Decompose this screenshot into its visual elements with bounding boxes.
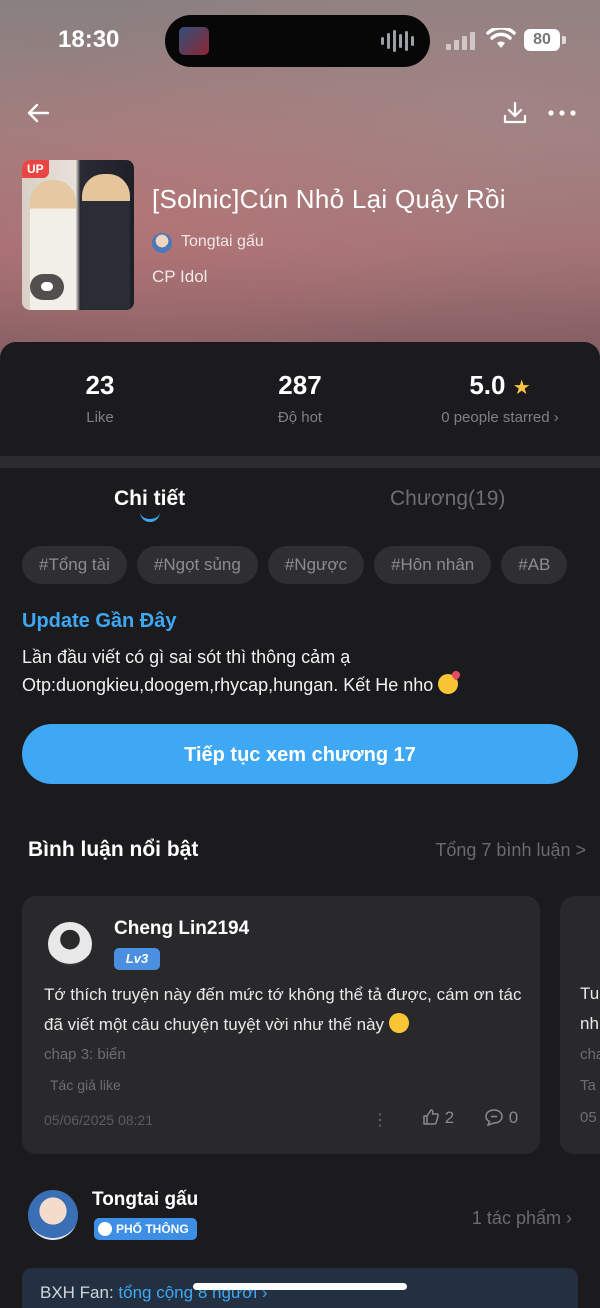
author-liked-label: Tác giả like [50, 1077, 121, 1093]
peek-text-4: Ta [580, 1077, 596, 1094]
rating-label[interactable]: 0 people starred › [400, 409, 600, 426]
author-name[interactable]: Tongtai gấu [181, 233, 264, 251]
comment-reply-button[interactable]: 0 [484, 1108, 518, 1128]
cover-figure-right [82, 174, 130, 310]
battery-cap [562, 36, 566, 44]
rating-value: 5.0 [469, 370, 506, 400]
update-line-1: Lần đầu viết có gì sai sót thì thông cảm… [22, 647, 351, 667]
comments-total-link[interactable]: Tổng 7 bình luận > [435, 840, 586, 861]
tag-chip[interactable]: #Ngọt sủng [136, 546, 258, 584]
level-badge: Lv3 [114, 948, 160, 970]
likes-label: Like [86, 409, 114, 426]
hot-count: 287 [278, 370, 322, 400]
hot-label: Độ hot [277, 409, 323, 426]
comment-body: Tớ thích truyện này đến mức tớ không thể… [44, 985, 522, 1034]
peek-text-2: nh [580, 1014, 599, 1033]
book-title: [Solnic]Cún Nhỏ Lại Quậy Rồi [152, 184, 506, 214]
comment-card[interactable]: Cheng Lin2194 Lv3 Tớ thích truyện này đế… [22, 896, 540, 1154]
tab-chapters[interactable]: Chương(19) [390, 487, 505, 511]
author-rank-badge: PHỔ THÔNG [94, 1218, 197, 1240]
kiss-emoji-icon [438, 674, 459, 694]
stat-likes: 23 Like [0, 370, 200, 426]
comment-like-count: 2 [444, 1108, 455, 1127]
dynamic-island[interactable] [165, 15, 430, 67]
comment-more-icon[interactable]: ⋮ [372, 1110, 388, 1130]
tab-detail[interactable]: Chi tiết [114, 487, 185, 511]
more-options-icon[interactable] [546, 98, 578, 128]
author-rank-label: PHỔ THÔNG [116, 1222, 189, 1236]
tab-active-indicator [140, 512, 160, 522]
tag-chip[interactable]: #Hôn nhân [374, 546, 492, 584]
update-badge: UP [22, 160, 49, 178]
status-time: 18:30 [58, 26, 120, 53]
comment-like-button[interactable]: 2 [422, 1108, 454, 1128]
tag-chip[interactable]: #Tổng tài [22, 546, 127, 584]
star-struck-emoji-icon [388, 1013, 409, 1033]
comment-card-next[interactable]: Tu nh cha Ta 05 [560, 896, 600, 1154]
download-icon[interactable] [500, 98, 530, 128]
commenter-avatar[interactable] [48, 922, 92, 966]
author-avatar-small[interactable] [152, 233, 172, 253]
section-divider [0, 456, 600, 468]
comment-chapter: chap 3: biển [44, 1046, 126, 1063]
thumbs-up-icon [423, 1109, 439, 1125]
chat-bubble-icon [30, 274, 64, 300]
continue-reading-button[interactable]: Tiếp tục xem chương 17 [22, 724, 578, 784]
chevron-right-icon: › [566, 1208, 572, 1228]
tag-list: #Tổng tài #Ngọt sủng #Ngược #Hôn nhân #AB [22, 546, 578, 586]
comments-heading: Bình luận nổi bật [28, 838, 199, 861]
stat-hot: 287 Độ hot [200, 370, 400, 426]
signal-icon [446, 30, 475, 50]
comment-reply-count: 0 [508, 1108, 519, 1127]
reply-bubble-icon [485, 1109, 503, 1127]
author-works-count: 1 tác phẩm [471, 1208, 561, 1228]
star-icon: ★ [512, 377, 531, 399]
rank-drop-icon [98, 1222, 112, 1236]
update-heading: Update Gần Đây [22, 610, 177, 632]
stats-panel: 23 Like 287 Độ hot 5.0 ★ 0 people starre… [0, 342, 600, 456]
peek-text-3: cha [580, 1046, 600, 1063]
tag-chip[interactable]: #AB [501, 546, 568, 584]
peek-text-1: Tu [580, 984, 600, 1003]
update-line-2: Otp:duongkieu,doogem,rhycap,hungan. Kết … [22, 675, 434, 695]
back-arrow-icon[interactable] [24, 98, 54, 128]
stat-rating[interactable]: 5.0 ★ 0 people starred › [400, 370, 600, 426]
author-profile-name[interactable]: Tongtai gấu [92, 1189, 198, 1211]
likes-count: 23 [85, 370, 115, 400]
author-avatar[interactable] [28, 1190, 78, 1240]
battery-icon: 80 [524, 29, 560, 51]
now-playing-thumbnail [179, 27, 209, 55]
home-indicator[interactable] [193, 1283, 407, 1290]
peek-date: 05 [580, 1109, 597, 1126]
comment-date: 05/06/2025 08:21 [44, 1112, 153, 1128]
commenter-name[interactable]: Cheng Lin2194 [114, 918, 249, 940]
comment-text: Tớ thích truyện này đến mức tớ không thể… [44, 980, 524, 1040]
update-description: Lần đầu viết có gì sai sót thì thông cảm… [22, 643, 582, 699]
audio-wave-icon [381, 29, 414, 53]
wifi-icon [486, 28, 516, 48]
author-works-link[interactable]: 1 tác phẩm › [472, 1208, 572, 1229]
tag-chip[interactable]: #Ngược [267, 546, 365, 584]
book-category: CP Idol [152, 267, 208, 286]
book-cover[interactable]: UP [22, 160, 134, 310]
fan-ranking-label: BXH Fan: [40, 1283, 119, 1302]
